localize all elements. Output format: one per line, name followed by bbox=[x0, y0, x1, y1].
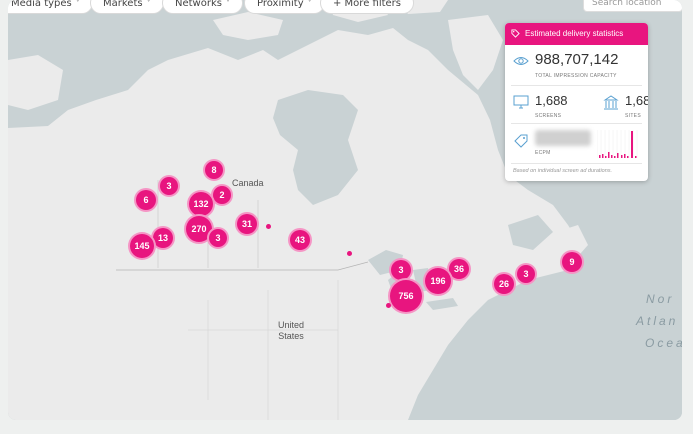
proximity-filter[interactable]: Proximity ˅ bbox=[244, 0, 325, 14]
eye-icon bbox=[513, 57, 529, 65]
ecpm-histogram bbox=[597, 130, 638, 158]
map-cluster-marker[interactable]: 196 bbox=[423, 266, 453, 296]
map-cluster-marker[interactable]: 3 bbox=[515, 263, 537, 285]
chevron-down-icon: ˅ bbox=[146, 0, 151, 8]
delivery-stats-panel: Estimated delivery statistics 988,707,14… bbox=[505, 23, 648, 181]
map-single-marker[interactable] bbox=[386, 303, 391, 308]
map-cluster-marker[interactable]: 6 bbox=[134, 188, 158, 212]
tag-icon bbox=[511, 29, 520, 38]
filter-bar: Media types ˅ Markets ˅ Networks ˅ Proximit… bbox=[8, 0, 682, 18]
divider bbox=[511, 85, 642, 86]
divider bbox=[511, 123, 642, 124]
screens-label: SCREENS bbox=[535, 113, 562, 119]
map-single-marker[interactable] bbox=[266, 224, 271, 229]
map-cluster-marker[interactable]: 31 bbox=[235, 212, 259, 236]
networks-label: Networks bbox=[175, 0, 222, 9]
canada-label: Canada bbox=[232, 178, 264, 188]
screen-icon bbox=[513, 95, 529, 109]
map-frame: Media types ˅ Markets ˅ Networks ˅ Proximit… bbox=[8, 0, 682, 420]
map-cluster-marker[interactable]: 9 bbox=[560, 250, 584, 274]
map-cluster-marker[interactable]: 8 bbox=[203, 159, 225, 181]
impressions-value: 988,707,142 bbox=[535, 51, 619, 68]
screens-value: 1,688 bbox=[535, 93, 568, 108]
map-cluster-marker[interactable]: 145 bbox=[128, 232, 156, 260]
map-cluster-marker[interactable]: 26 bbox=[492, 272, 516, 296]
map-cluster-marker[interactable]: 756 bbox=[388, 278, 424, 314]
ocean-label-line-1: Nor bbox=[646, 292, 675, 306]
building-icon bbox=[603, 95, 619, 110]
divider bbox=[511, 163, 642, 164]
panel-title: Estimated delivery statistics bbox=[525, 29, 624, 38]
chevron-down-icon: ˅ bbox=[307, 0, 312, 8]
chevron-down-icon: ˅ bbox=[75, 0, 80, 8]
impressions-label: TOTAL IMPRESSION CAPACITY bbox=[535, 73, 617, 79]
media-types-label: Media types bbox=[11, 0, 72, 9]
ecpm-value-redacted bbox=[535, 130, 591, 146]
footnote: Based on individual screen ad durations. bbox=[513, 168, 613, 174]
map-cluster-marker[interactable]: 3 bbox=[207, 227, 229, 249]
markets-filter[interactable]: Markets ˅ bbox=[90, 0, 164, 14]
map-single-marker[interactable] bbox=[347, 251, 352, 256]
united-states-label: United States bbox=[278, 320, 305, 341]
more-filters-label: + More filters bbox=[333, 0, 401, 9]
chevron-down-icon: ˅ bbox=[225, 0, 230, 8]
location-search-input[interactable]: Search location bbox=[583, 0, 682, 12]
media-types-filter[interactable]: Media types ˅ bbox=[8, 0, 93, 14]
sites-label: SITES bbox=[625, 113, 641, 119]
price-tag-icon bbox=[514, 134, 528, 148]
markets-label: Markets bbox=[103, 0, 143, 9]
ocean-label-line-2: Atlan bbox=[636, 314, 679, 328]
sites-value: 1,686 bbox=[625, 93, 648, 108]
proximity-label: Proximity bbox=[257, 0, 304, 9]
map-cluster-marker[interactable]: 43 bbox=[288, 228, 312, 252]
ocean-label-line-3: Ocea bbox=[645, 336, 682, 350]
more-filters-button[interactable]: + More filters bbox=[320, 0, 414, 14]
ecpm-label: ECPM bbox=[535, 150, 551, 156]
panel-header: Estimated delivery statistics bbox=[505, 23, 648, 45]
networks-filter[interactable]: Networks ˅ bbox=[162, 0, 243, 14]
map-cluster-marker[interactable]: 3 bbox=[158, 175, 180, 197]
